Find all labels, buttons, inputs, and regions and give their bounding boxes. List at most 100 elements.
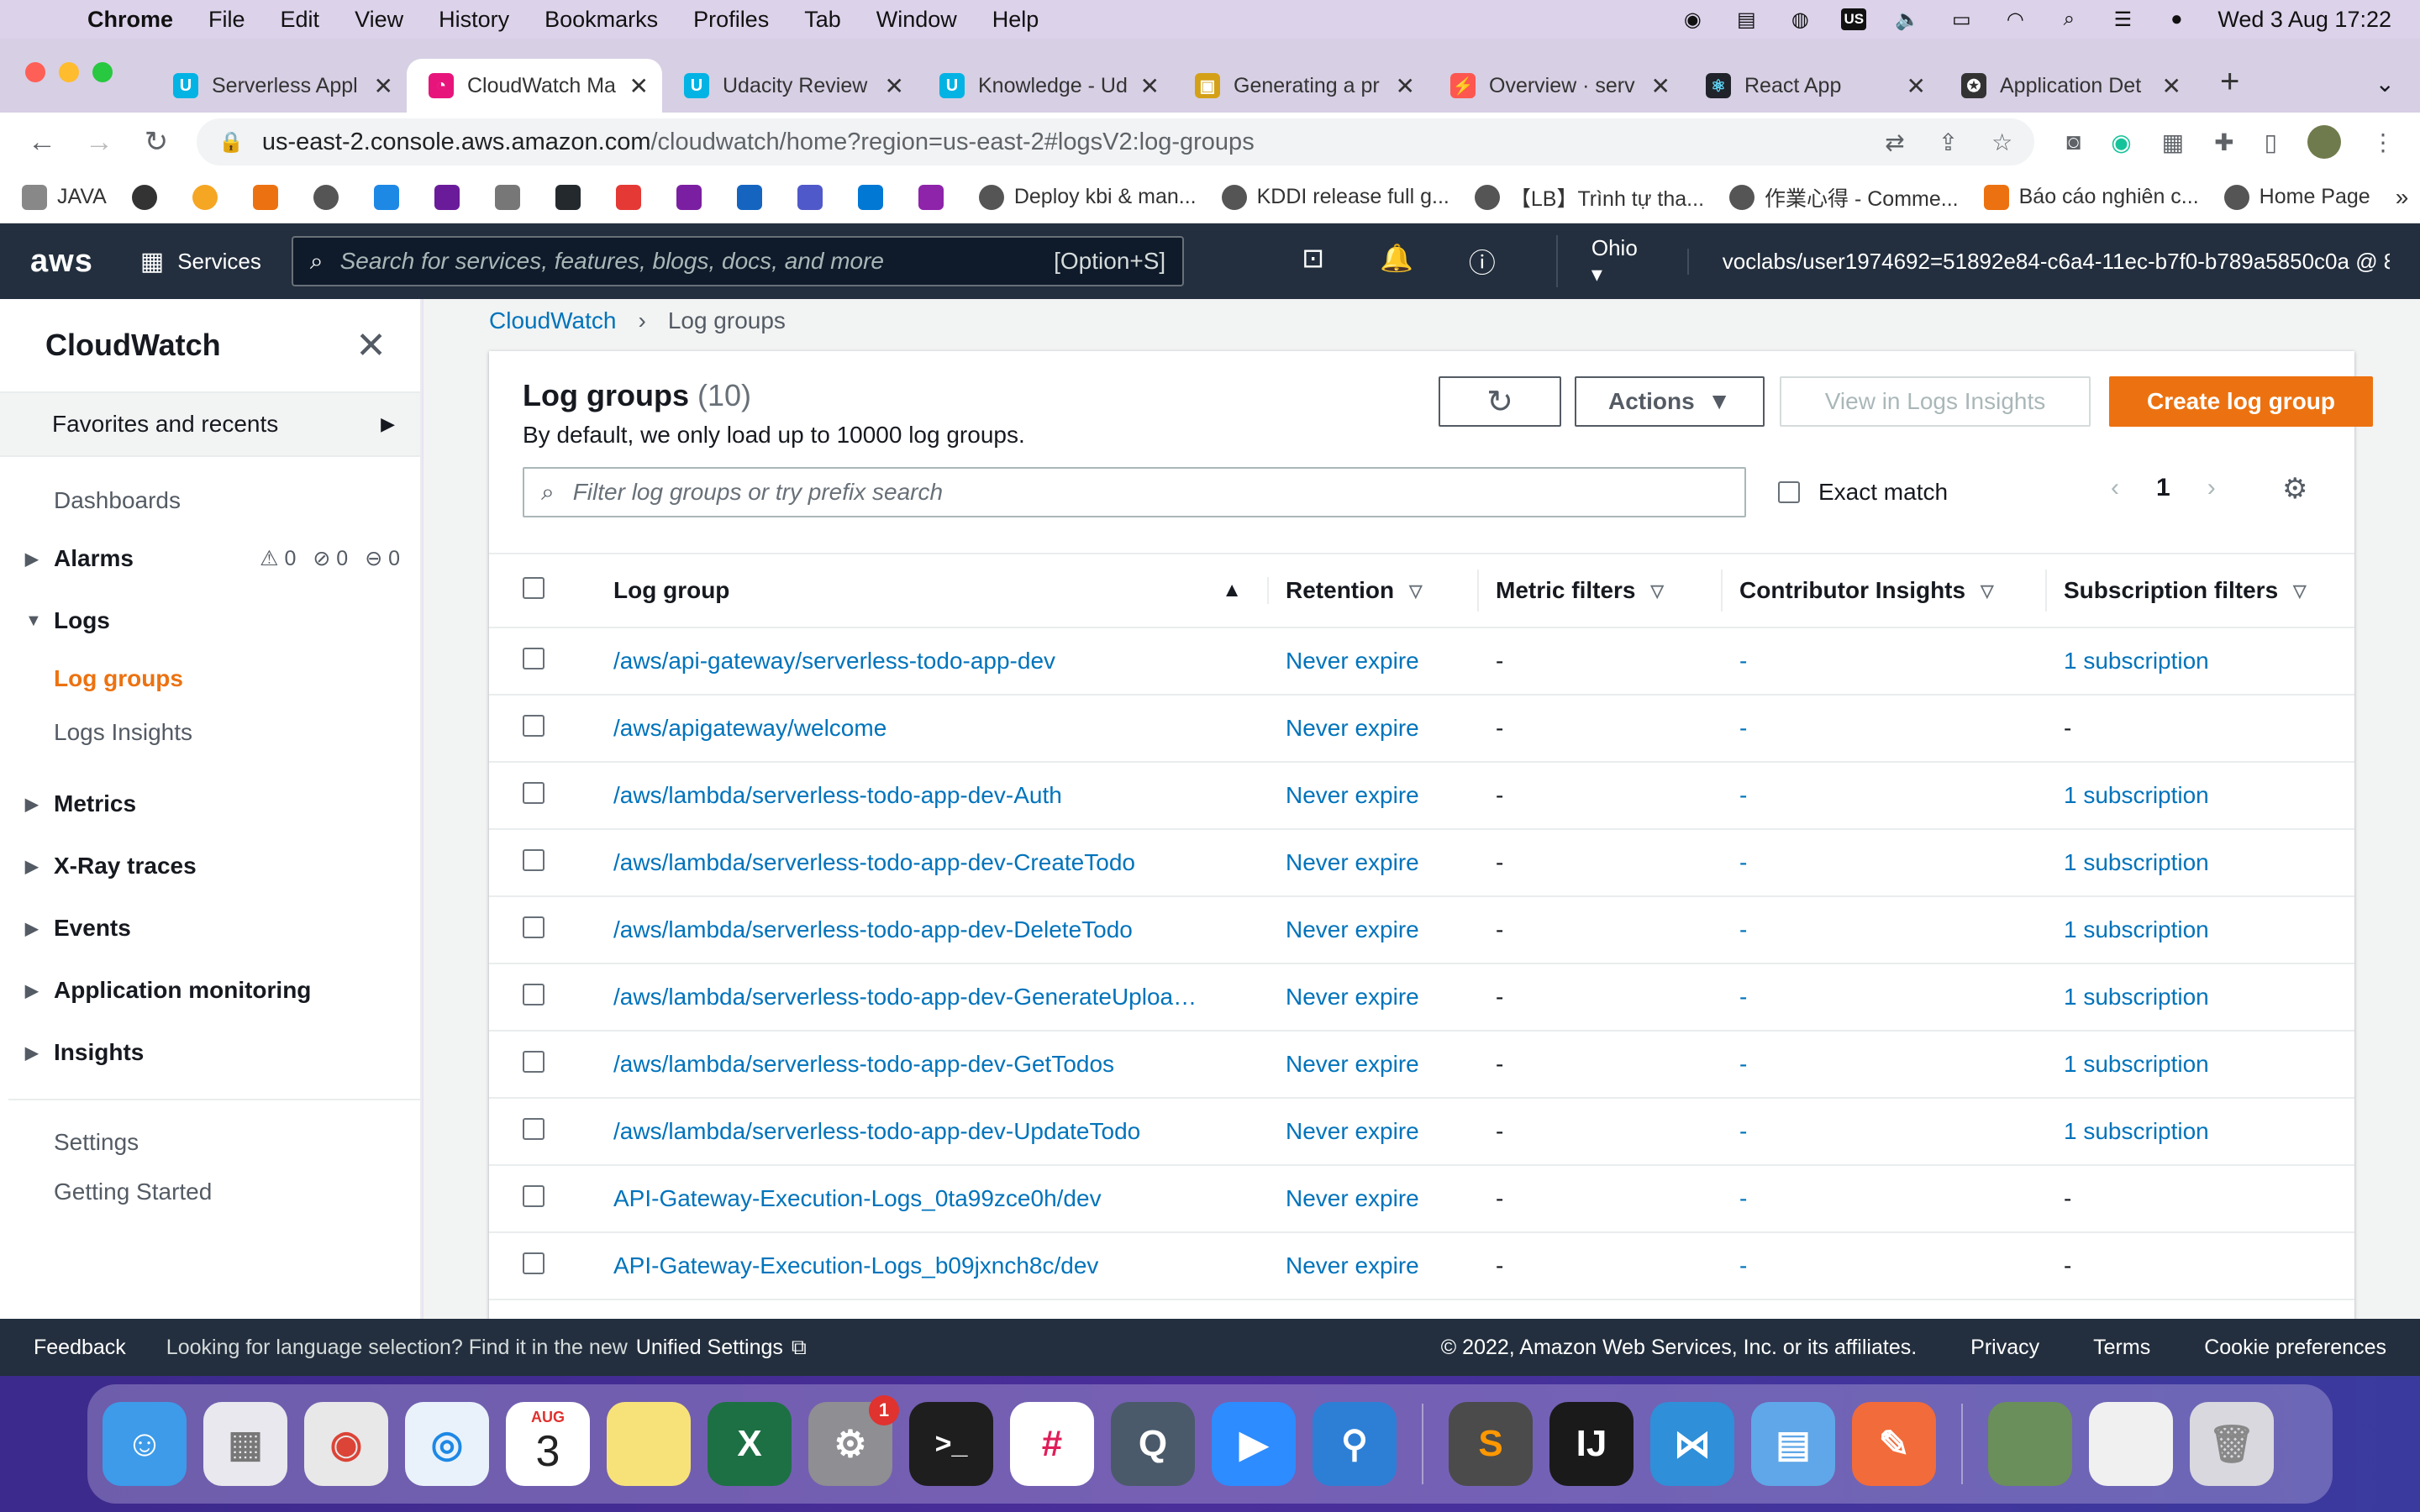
close-sidenav-icon[interactable]: ✕ bbox=[355, 324, 387, 367]
sidebar-section-metrics[interactable]: ▶ Metrics bbox=[0, 773, 420, 835]
browser-tab[interactable]: ⚡ Overview · serv ✕ bbox=[1428, 59, 1684, 113]
spotlight-icon[interactable]: ⌕ bbox=[2056, 8, 2081, 30]
sidebar-item-settings[interactable]: Settings bbox=[0, 1116, 420, 1169]
subscription-filters-link[interactable]: 1 subscription bbox=[2047, 849, 2354, 876]
menu-view[interactable]: View bbox=[355, 7, 403, 33]
chrome-icon[interactable]: ◉ bbox=[304, 1402, 388, 1486]
photos-folder-icon[interactable] bbox=[1988, 1402, 2072, 1486]
chrome-menu-icon[interactable]: ⋮ bbox=[2371, 129, 2395, 156]
sidebar-item-logs-insights[interactable]: Logs Insights bbox=[0, 706, 420, 759]
lock-icon[interactable]: 🔒 bbox=[218, 130, 244, 155]
prev-page-icon[interactable]: ‹ bbox=[2111, 474, 2119, 502]
browser-tab[interactable]: ✪ Application Det ✕ bbox=[1939, 59, 2195, 113]
browser-tab-active[interactable]: ◔ CloudWatch Ma ✕ bbox=[407, 59, 662, 113]
alarm-ok-count[interactable]: ⊘ 0 bbox=[313, 546, 348, 571]
bookmark-item[interactable]: Báo cáo nghiên c... bbox=[1983, 184, 2199, 210]
close-icon[interactable]: ✕ bbox=[1907, 72, 1926, 100]
sort-ascending-icon[interactable]: ▲ bbox=[1222, 579, 1242, 602]
postman-icon[interactable]: ✎ bbox=[1852, 1402, 1936, 1486]
select-all-checkbox[interactable] bbox=[523, 576, 544, 599]
contributor-insights-link[interactable]: - bbox=[1723, 648, 2047, 675]
sidebar-section-application-monitoring[interactable]: ▶ Application monitoring bbox=[0, 959, 420, 1021]
region-selector[interactable]: Ohio ▾ bbox=[1555, 235, 1654, 287]
bookmark-item[interactable]: JAVA bbox=[22, 184, 107, 210]
bookmark-star-icon[interactable]: ☆ bbox=[1991, 129, 2012, 156]
bookmark-item[interactable] bbox=[192, 184, 228, 210]
view-in-logs-insights-button[interactable]: View in Logs Insights bbox=[1780, 376, 2091, 427]
browser-tab[interactable]: ⚛ React App ✕ bbox=[1684, 59, 1939, 113]
bookmark-item[interactable]: Home Page bbox=[2223, 184, 2370, 210]
subscription-filters-link[interactable]: 1 subscription bbox=[2047, 1051, 2354, 1078]
vscode-icon[interactable]: ⋈ bbox=[1650, 1402, 1734, 1486]
globe-icon[interactable]: ◍ bbox=[1787, 8, 1812, 31]
bookmark-item[interactable] bbox=[615, 184, 651, 210]
zoom-icon[interactable]: ▶ bbox=[1212, 1402, 1296, 1486]
subscription-filters-link[interactable]: 1 subscription bbox=[2047, 782, 2354, 809]
column-retention[interactable]: Retention ▽ bbox=[1269, 570, 1479, 612]
document-folder-icon[interactable] bbox=[2089, 1402, 2173, 1486]
retention-link[interactable]: Never expire bbox=[1269, 1118, 1479, 1145]
retention-link[interactable]: Never expire bbox=[1269, 849, 1479, 876]
current-page[interactable]: 1 bbox=[2156, 474, 2170, 502]
subscription-filters-link[interactable]: 1 subscription bbox=[2047, 648, 2354, 675]
column-subscription-filters[interactable]: Subscription filters ▽ bbox=[2047, 570, 2354, 612]
excel-icon[interactable]: X bbox=[708, 1402, 792, 1486]
sidebar-item-dashboards[interactable]: Dashboards bbox=[0, 474, 420, 528]
sidebar-section-alarms[interactable]: ▶ Alarms ⚠ 0 ⊘ 0 ⊖ 0 bbox=[0, 528, 420, 590]
docker-icon[interactable]: ▤ bbox=[1751, 1402, 1835, 1486]
forward-icon[interactable]: → bbox=[82, 126, 116, 159]
bookmark-item[interactable] bbox=[676, 184, 712, 210]
filter-log-groups-input[interactable]: ⌕ Filter log groups or try prefix search bbox=[523, 467, 1746, 517]
sidebar-section-events[interactable]: ▶ Events bbox=[0, 897, 420, 959]
row-checkbox[interactable] bbox=[523, 916, 544, 938]
retention-link[interactable]: Never expire bbox=[1269, 1051, 1479, 1078]
log-group-link[interactable]: /aws/lambda/serverless-todo-app-dev-Crea… bbox=[613, 849, 1269, 876]
reload-icon[interactable]: ↻ bbox=[139, 125, 173, 159]
translate-icon[interactable]: ⇄ bbox=[1885, 129, 1904, 156]
launchpad-icon[interactable]: ▦ bbox=[203, 1402, 287, 1486]
contributor-insights-link[interactable]: - bbox=[1723, 849, 2047, 876]
bookmark-item[interactable] bbox=[434, 184, 470, 210]
bookmark-item[interactable]: 【LB】Trình tự tha... bbox=[1474, 182, 1704, 213]
address-bar[interactable]: 🔒 us-east-2.console.aws.amazon.com/cloud… bbox=[197, 118, 2035, 165]
menu-app-name[interactable]: Chrome bbox=[87, 7, 173, 33]
services-menu[interactable]: ▦ Services bbox=[140, 247, 261, 276]
column-metric-filters[interactable]: Metric filters ▽ bbox=[1479, 570, 1723, 612]
retention-link[interactable]: Never expire bbox=[1269, 1252, 1479, 1279]
actions-dropdown[interactable]: Actions ▼ bbox=[1575, 376, 1765, 427]
exact-match-toggle[interactable]: Exact match bbox=[1778, 479, 1948, 506]
terminal-icon[interactable]: >_ bbox=[909, 1402, 993, 1486]
menu-edit[interactable]: Edit bbox=[281, 7, 320, 33]
volume-icon[interactable]: 🔈 bbox=[1895, 8, 1920, 31]
close-icon[interactable]: ✕ bbox=[2162, 72, 2181, 100]
alarm-in-alarm-count[interactable]: ⚠ 0 bbox=[260, 546, 296, 571]
finder-icon[interactable]: ☺ bbox=[103, 1402, 187, 1486]
bookmark-item[interactable] bbox=[797, 184, 833, 210]
quicktime-icon[interactable]: Q bbox=[1111, 1402, 1195, 1486]
menu-profiles[interactable]: Profiles bbox=[693, 7, 769, 33]
menu-window[interactable]: Window bbox=[876, 7, 957, 33]
subscription-filters-link[interactable]: 1 subscription bbox=[2047, 984, 2354, 1011]
close-window-button[interactable] bbox=[25, 62, 45, 82]
row-checkbox[interactable] bbox=[523, 1117, 544, 1140]
breadcrumb-cloudwatch[interactable]: CloudWatch bbox=[489, 307, 616, 334]
grammarly-extension-icon[interactable]: ◉ bbox=[2111, 129, 2131, 156]
control-center-icon[interactable]: ☰ bbox=[2110, 8, 2135, 31]
log-group-link[interactable]: /aws/lambda/serverless-todo-app-dev-Gene… bbox=[613, 984, 1269, 1011]
sidebar-section-xray[interactable]: ▶ X-Ray traces bbox=[0, 835, 420, 897]
alarm-insufficient-count[interactable]: ⊖ 0 bbox=[365, 546, 400, 571]
row-checkbox[interactable] bbox=[523, 781, 544, 804]
slack-icon[interactable]: # bbox=[1010, 1402, 1094, 1486]
menu-help[interactable]: Help bbox=[992, 7, 1039, 33]
column-log-group[interactable]: Log group ▲ bbox=[613, 577, 1269, 604]
aws-logo[interactable]: aws bbox=[30, 244, 93, 280]
extensions-puzzle-icon[interactable]: ✚ bbox=[2214, 129, 2233, 156]
calendar-icon[interactable]: AUG 3 bbox=[506, 1402, 590, 1486]
retention-link[interactable]: Never expire bbox=[1269, 1185, 1479, 1212]
sidenav-title[interactable]: CloudWatch bbox=[45, 328, 221, 363]
notifications-bell-icon[interactable]: 🔔 bbox=[1380, 242, 1413, 281]
sidebar-item-log-groups[interactable]: Log groups bbox=[0, 652, 420, 706]
next-page-icon[interactable]: › bbox=[2207, 474, 2216, 502]
retention-link[interactable]: Never expire bbox=[1269, 984, 1479, 1011]
bookmark-item[interactable]: 作業心得 - Comme... bbox=[1729, 182, 1959, 213]
